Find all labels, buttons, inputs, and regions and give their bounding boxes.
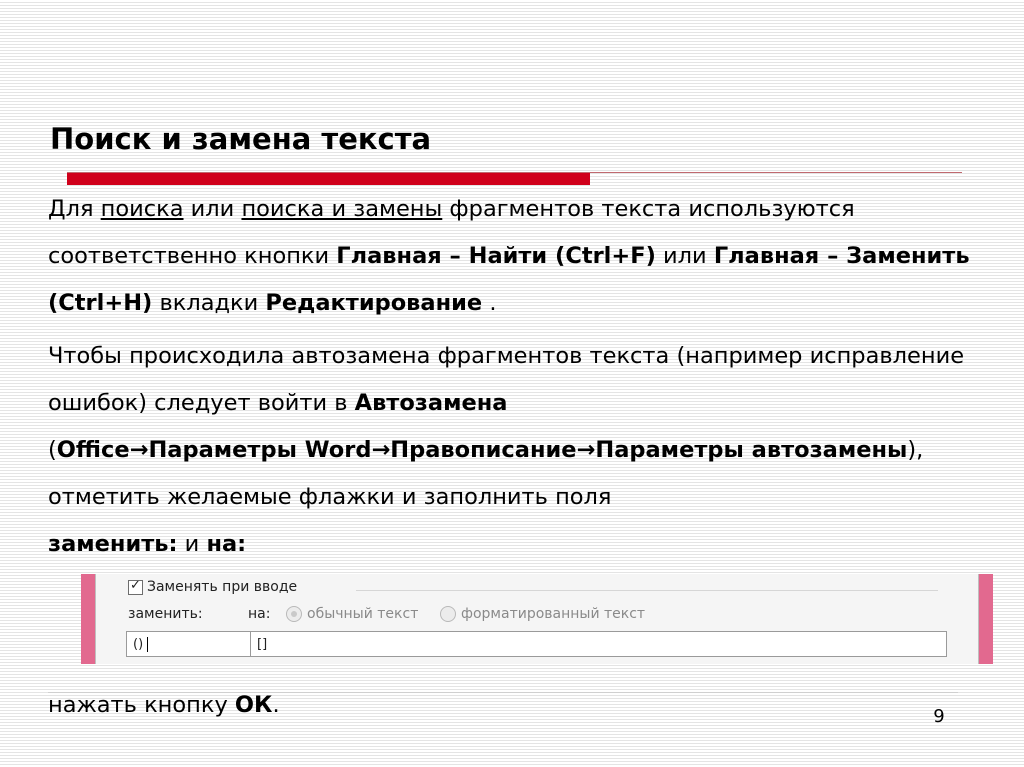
arrow-icon: → bbox=[371, 437, 391, 463]
text: ( bbox=[48, 437, 57, 463]
autocorrect-dialog-fragment: ✓ Заменять при вводе заменить: на: обычн… bbox=[81, 574, 993, 664]
page-number: 9 bbox=[933, 706, 945, 727]
text-caret bbox=[147, 637, 149, 652]
bold-proofing: Правописание bbox=[390, 437, 577, 463]
text: или bbox=[183, 196, 242, 222]
paragraph-search-replace: Для поиска или поиска и замены фрагменто… bbox=[48, 186, 978, 327]
bold-autocorrect: Автозамена bbox=[354, 390, 508, 416]
replace-as-you-type-checkbox[interactable]: ✓ bbox=[128, 577, 143, 595]
dialog-right-stripe bbox=[979, 574, 993, 664]
arrow-icon: → bbox=[576, 437, 596, 463]
replace-input[interactable]: () bbox=[126, 631, 251, 657]
bold-find-command: Главная – Найти (Ctrl+F) bbox=[336, 243, 656, 269]
slide-title: Поиск и замена текста bbox=[50, 122, 432, 156]
title-accent-bar bbox=[67, 173, 590, 185]
plain-text-radio[interactable]: обычный текст bbox=[286, 606, 418, 622]
with-label: на: bbox=[248, 606, 271, 622]
bold-word-options: Параметры Word bbox=[148, 437, 372, 463]
replace-as-you-type-row[interactable]: ✓ Заменять при вводе bbox=[128, 577, 298, 595]
text: нажать кнопку bbox=[48, 692, 235, 718]
text: . bbox=[482, 290, 497, 316]
with-input-value: [] bbox=[257, 637, 268, 652]
plain-text-label: обычный текст bbox=[307, 606, 419, 622]
bold-replace-field: заменить: bbox=[48, 531, 178, 557]
replace-as-you-type-label: Заменять при вводе bbox=[147, 579, 298, 595]
radio-selected-icon bbox=[286, 606, 302, 622]
text: Для bbox=[48, 196, 101, 222]
radio-icon bbox=[440, 606, 456, 622]
bold-office: Office bbox=[56, 437, 130, 463]
paragraph-press-ok: нажать кнопку ОК. bbox=[48, 682, 978, 729]
replace-input-value: () bbox=[133, 637, 144, 652]
formatted-text-label: форматированный текст bbox=[461, 606, 646, 622]
bold-editing-group: Редактирование bbox=[265, 290, 483, 316]
bold-autocorrect-options: Параметры автозамены bbox=[595, 437, 908, 463]
underlined-term-search: поиска bbox=[100, 196, 184, 222]
bold-with-field: на: bbox=[206, 531, 247, 557]
dialog-body: ✓ Заменять при вводе заменить: на: обычн… bbox=[95, 574, 979, 664]
with-input[interactable]: [] bbox=[250, 631, 947, 657]
text: . bbox=[272, 692, 280, 718]
group-separator bbox=[356, 590, 938, 591]
paragraph-autocorrect: Чтобы происходила автозамена фрагментов … bbox=[48, 333, 978, 568]
bold-ok: ОК bbox=[234, 692, 273, 718]
arrow-icon: → bbox=[129, 437, 149, 463]
text: вкладки bbox=[152, 290, 266, 316]
underlined-term-search-replace: поиска и замены bbox=[241, 196, 443, 222]
text: или bbox=[655, 243, 714, 269]
formatted-text-radio[interactable]: форматированный текст bbox=[440, 606, 645, 622]
checkmark-icon: ✓ bbox=[130, 577, 141, 593]
replace-label: заменить: bbox=[128, 606, 203, 622]
text: и bbox=[177, 531, 207, 557]
dialog-left-stripe bbox=[81, 574, 95, 664]
